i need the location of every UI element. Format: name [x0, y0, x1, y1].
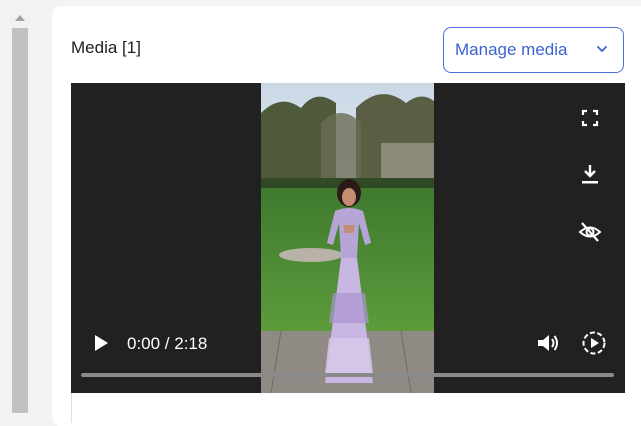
time-display: 0:00 / 2:18 — [127, 334, 208, 353]
scroll-thumb[interactable] — [12, 28, 28, 413]
media-card: Media [1] Manage media 0:00 / 2:18 — [52, 6, 641, 426]
video-player[interactable]: 0:00 / 2:18 — [71, 83, 625, 393]
scroll-up-arrow-icon[interactable] — [10, 8, 30, 28]
volume-icon[interactable] — [536, 332, 560, 354]
chevron-down-icon — [597, 46, 607, 52]
play-icon[interactable] — [93, 334, 109, 352]
scrollbar[interactable] — [10, 8, 30, 413]
media-title: Media [1] — [71, 38, 141, 57]
video-frame — [261, 83, 434, 393]
download-icon[interactable] — [581, 163, 599, 185]
manage-media-label: Manage media — [455, 40, 568, 59]
playback-speed-icon[interactable] — [581, 330, 607, 356]
progress-bar[interactable] — [81, 373, 614, 377]
hide-icon[interactable] — [578, 221, 602, 243]
fullscreen-icon[interactable] — [581, 109, 599, 127]
manage-media-button[interactable]: Manage media — [443, 27, 624, 73]
media-details-area — [71, 393, 625, 423]
